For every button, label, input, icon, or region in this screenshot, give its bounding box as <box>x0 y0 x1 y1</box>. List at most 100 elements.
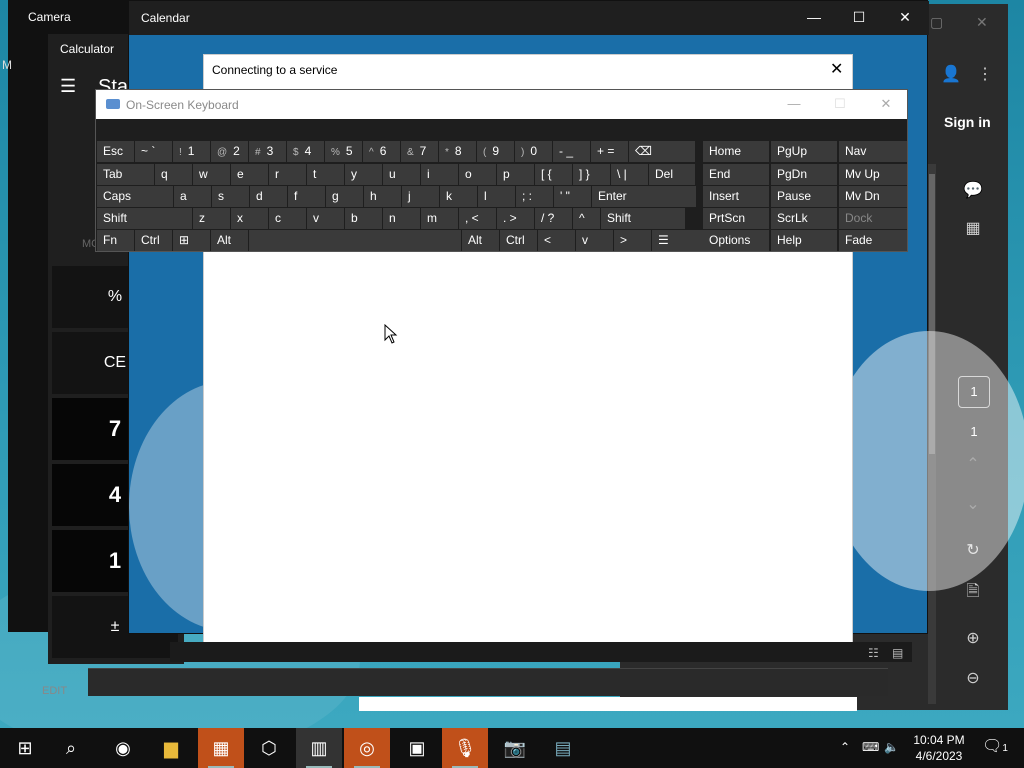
key-3[interactable]: #3 <box>249 141 286 162</box>
key-r3-11[interactable]: ' " <box>554 186 591 207</box>
key-r4-3[interactable]: c <box>269 208 306 229</box>
minimize-icon[interactable]: — <box>782 96 806 111</box>
key-r3-1[interactable]: a <box>174 186 211 207</box>
key-r4-2[interactable]: x <box>231 208 268 229</box>
key-r2-12[interactable]: ] } <box>573 164 610 185</box>
key-alt-right[interactable]: Alt <box>462 230 499 251</box>
camera-taskbar-icon[interactable]: 📷 <box>492 728 538 768</box>
key-r4-11[interactable]: ^ <box>573 208 600 229</box>
key-2[interactable]: @2 <box>211 141 248 162</box>
key-r3-2[interactable]: s <box>212 186 249 207</box>
remote-desktop-icon[interactable]: ▤ <box>540 728 586 768</box>
key-mv-up[interactable]: Mv Up <box>839 164 907 185</box>
key-7[interactable]: & 7 <box>401 141 438 162</box>
thumbnails-icon[interactable]: ▦ <box>958 218 988 238</box>
key-options[interactable]: Options <box>703 230 769 251</box>
key-r2-8[interactable]: i <box>421 164 458 185</box>
save-file-icon[interactable]: 🗎 <box>958 580 988 607</box>
maximize-icon[interactable]: ☐ <box>844 9 874 26</box>
maximize-icon[interactable]: ▢ <box>930 14 943 31</box>
chrome-icon[interactable]: ◉ <box>100 728 146 768</box>
key-r4-1[interactable]: z <box>193 208 230 229</box>
key-r3-5[interactable]: g <box>326 186 363 207</box>
key-end[interactable]: End <box>703 164 769 185</box>
key-dock[interactable]: Dock <box>839 208 907 229</box>
key-mv-dn[interactable]: Mv Dn <box>839 186 907 207</box>
media-player-icon[interactable]: ◎ <box>344 728 390 768</box>
calendar-taskbar-icon[interactable]: ▥ <box>296 728 342 768</box>
key-r4-8[interactable]: , < <box>459 208 496 229</box>
network-icon[interactable]: ⌨ <box>862 740 879 754</box>
key-fade[interactable]: Fade <box>839 230 907 251</box>
page-view-icon[interactable]: ▤ <box>892 646 903 660</box>
key-backspace[interactable]: ⌫ <box>629 141 695 162</box>
key-8[interactable]: * 8 <box>439 141 476 162</box>
start-button[interactable]: ⊞ <box>2 728 48 768</box>
key-r2-9[interactable]: o <box>459 164 496 185</box>
key-pgdn[interactable]: PgDn <box>771 164 837 185</box>
key-r2-5[interactable]: t <box>307 164 344 185</box>
key-r3-3[interactable]: d <box>250 186 287 207</box>
zoom-in-icon[interactable]: ⊕ <box>958 628 988 648</box>
key-r4-5[interactable]: b <box>345 208 382 229</box>
key-r2-2[interactable]: w <box>193 164 230 185</box>
key-r2-1[interactable]: q <box>155 164 192 185</box>
key-9[interactable]: (9 <box>477 141 514 162</box>
key-r4-10[interactable]: / ? <box>535 208 572 229</box>
key-fn[interactable]: Fn <box>97 230 134 251</box>
key-r3-6[interactable]: h <box>364 186 401 207</box>
key-insert[interactable]: Insert <box>703 186 769 207</box>
comment-icon[interactable]: 💬 <box>958 180 988 200</box>
key-del[interactable]: Del <box>649 164 695 185</box>
key-space[interactable] <box>249 230 461 251</box>
key-ctrl-right[interactable]: Ctrl <box>500 230 537 251</box>
voice-recorder-icon[interactable]: 🎙 <box>442 728 488 768</box>
key-r2-6[interactable]: y <box>345 164 382 185</box>
3d-viewer-icon[interactable]: ⬡ <box>246 728 292 768</box>
key-sym13[interactable]: + = <box>591 141 628 162</box>
key-r4-9[interactable]: . > <box>497 208 534 229</box>
close-icon[interactable]: ✕ <box>890 9 920 26</box>
search-icon[interactable]: ⌕ <box>48 728 94 768</box>
key-arrow-left[interactable]: < <box>538 230 575 251</box>
show-hidden-icons[interactable]: ⌃ <box>840 740 850 754</box>
key-nav[interactable]: Nav <box>839 141 907 162</box>
key-4[interactable]: $4 <box>287 141 324 162</box>
key-r3-10[interactable]: ; : <box>516 186 553 207</box>
close-icon[interactable]: ✕ <box>830 59 843 79</box>
key-arrow-down[interactable]: v <box>576 230 613 251</box>
maximize-icon[interactable]: ☐ <box>828 96 852 112</box>
sign-in-link[interactable]: Sign in <box>944 114 991 130</box>
key-0[interactable]: ) 0 <box>515 141 552 162</box>
key-r2-7[interactable]: u <box>383 164 420 185</box>
key-r4-6[interactable]: n <box>383 208 420 229</box>
zoom-out-icon[interactable]: ⊖ <box>958 668 988 688</box>
account-icon[interactable]: 👤 <box>936 64 966 84</box>
hamburger-menu-icon[interactable]: ☰ <box>60 76 76 97</box>
key-windows[interactable]: ⊞ <box>173 230 210 251</box>
key-r3-7[interactable]: j <box>402 186 439 207</box>
minimize-icon[interactable]: — <box>799 9 829 25</box>
close-icon[interactable]: ✕ <box>976 14 988 31</box>
key-5[interactable]: % 5 <box>325 141 362 162</box>
key-1[interactable]: ! 1 <box>173 141 210 162</box>
key-ctrl-left[interactable]: Ctrl <box>135 230 172 251</box>
edit-label[interactable]: EDIT <box>42 685 67 697</box>
key-arrow-right[interactable]: > <box>614 230 651 251</box>
key-sym1[interactable]: ~ ` <box>135 141 172 162</box>
key-enter[interactable]: Enter <box>592 186 696 207</box>
close-icon[interactable]: ✕ <box>874 96 898 112</box>
key-r2-11[interactable]: [ { <box>535 164 572 185</box>
key-alt-left[interactable]: Alt <box>211 230 248 251</box>
key-r2-13[interactable]: \ | <box>611 164 648 185</box>
screen-recorder-icon[interactable]: ▣ <box>394 728 440 768</box>
key-scrlk[interactable]: ScrLk <box>771 208 837 229</box>
key-prtscn[interactable]: PrtScn <box>703 208 769 229</box>
key-r4-7[interactable]: m <box>421 208 458 229</box>
key-esc[interactable]: Esc <box>97 141 134 162</box>
key-r3-9[interactable]: l <box>478 186 515 207</box>
calculator-taskbar-icon[interactable]: ▦ <box>198 728 244 768</box>
key-r2-10[interactable]: p <box>497 164 534 185</box>
key-r4-4[interactable]: v <box>307 208 344 229</box>
key-pause[interactable]: Pause <box>771 186 837 207</box>
